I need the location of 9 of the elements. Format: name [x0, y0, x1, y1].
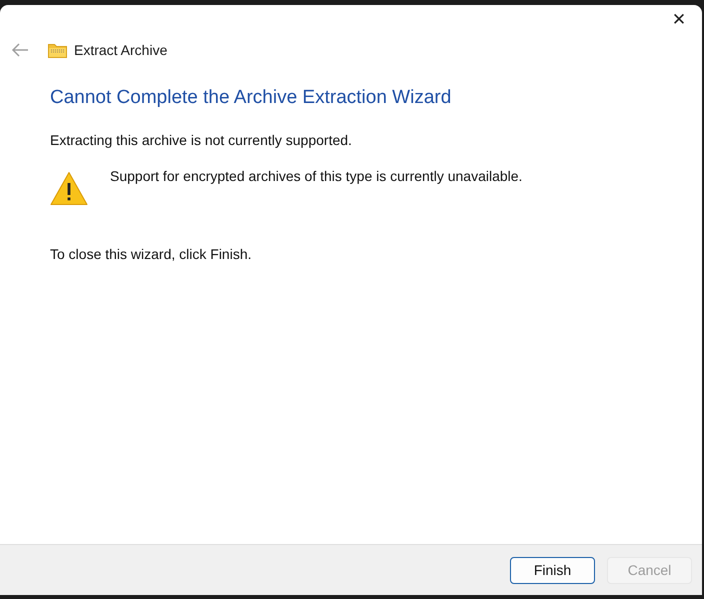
close-button[interactable]: ✕ [656, 5, 702, 35]
finish-button[interactable]: Finish [510, 556, 595, 584]
warning-icon [50, 171, 88, 206]
wizard-heading: Cannot Complete the Archive Extraction Wizard [50, 87, 452, 109]
window-title: Extract Archive [74, 42, 168, 58]
warning-text: Support for encrypted archives of this type is currently unavailable. [110, 168, 522, 184]
instruction-text: To close this wizard, click Finish. [50, 246, 253, 262]
zip-folder-icon [48, 42, 67, 58]
message-text: Extracting this archive is not currently supported. [50, 132, 353, 148]
